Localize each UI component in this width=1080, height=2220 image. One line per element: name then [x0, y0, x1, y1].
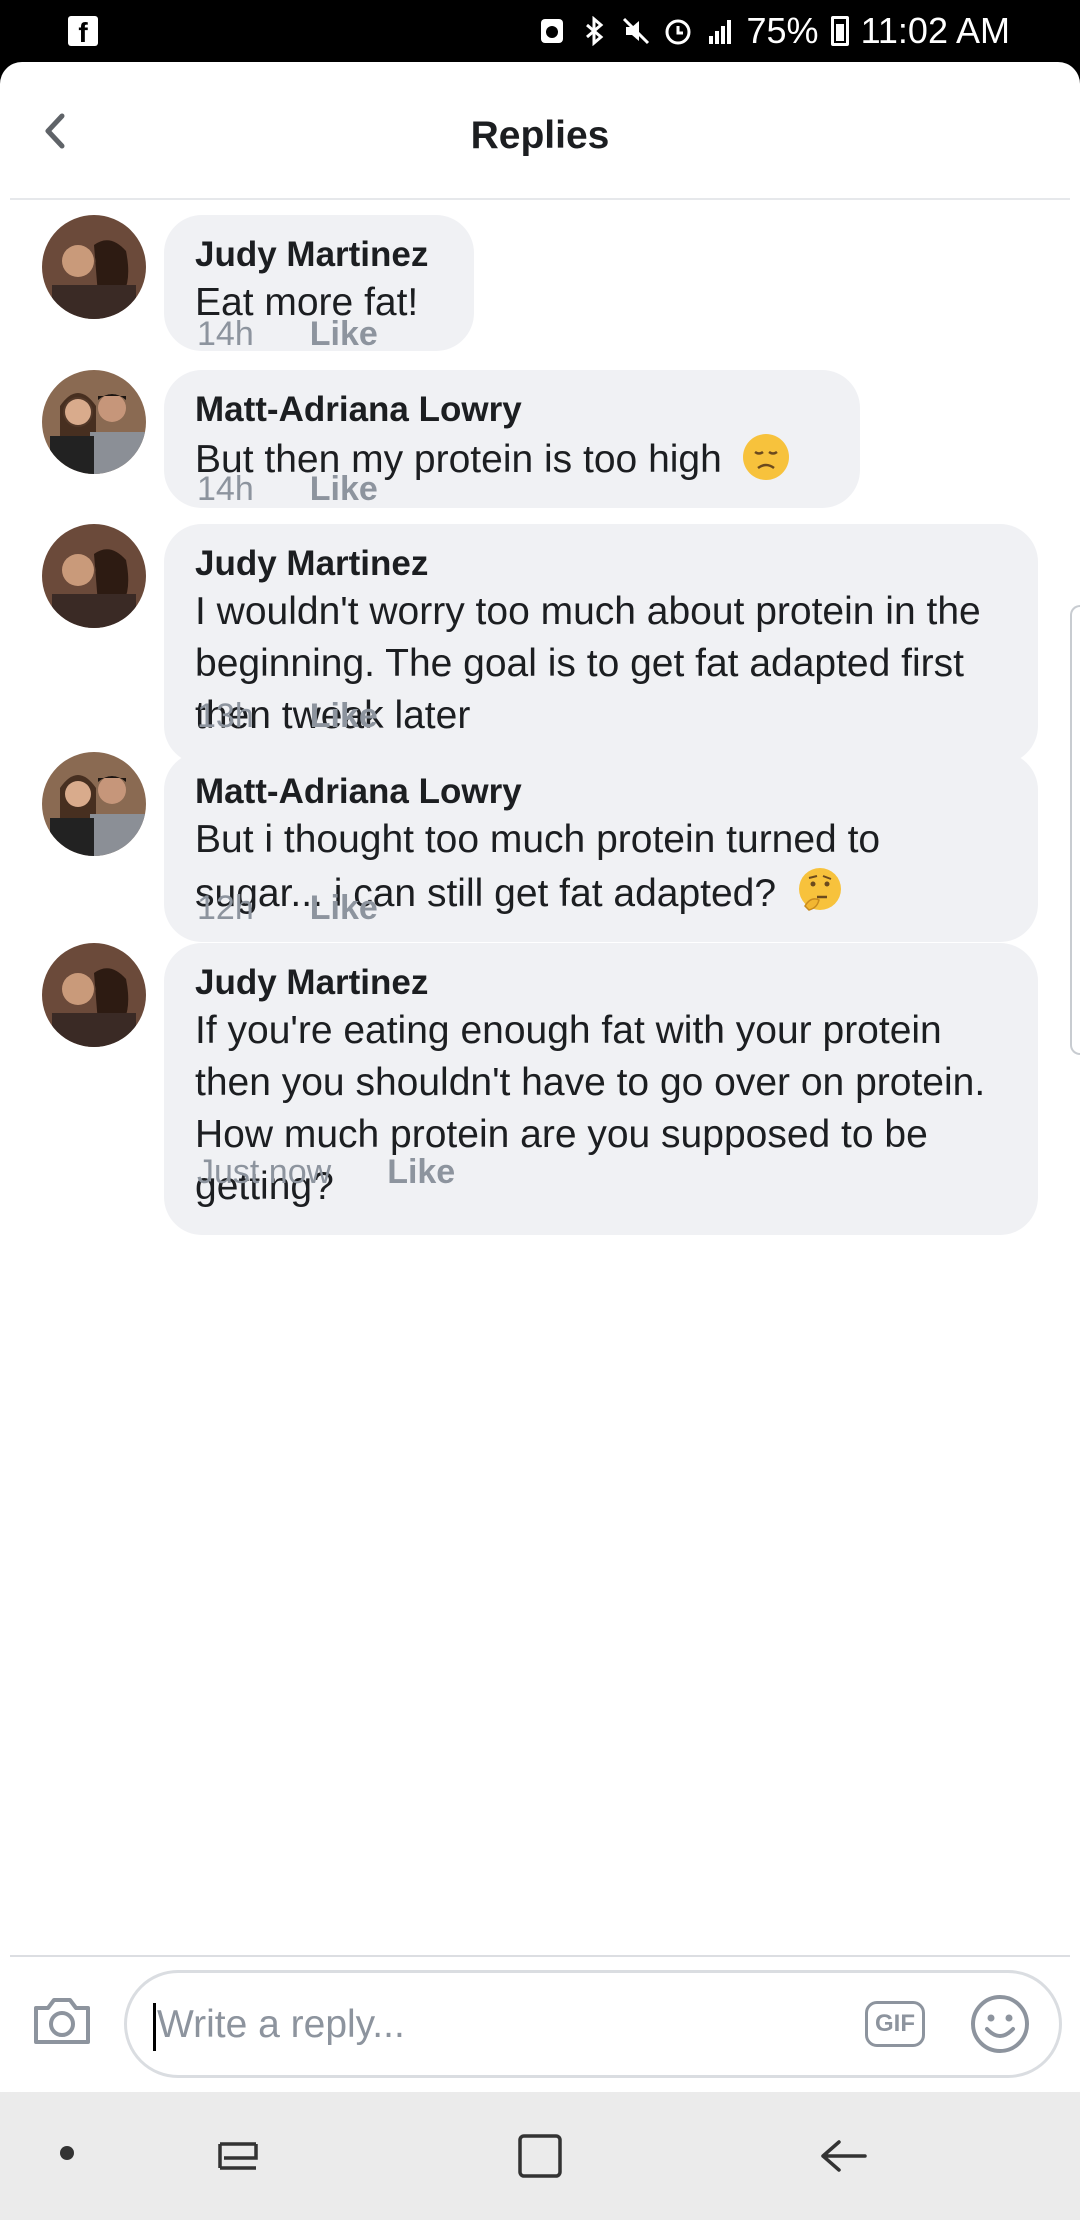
scrollbar[interactable] [1070, 605, 1080, 1055]
reply-input[interactable] [155, 1973, 759, 2077]
system-nav-bar [0, 2092, 1080, 2220]
header-divider [10, 198, 1070, 200]
comment-author[interactable]: Matt-Adriana Lowry [195, 388, 829, 432]
avatar[interactable] [42, 524, 146, 628]
recent-apps-icon[interactable] [210, 2128, 266, 2184]
comment-time: 12h [197, 889, 254, 927]
comment-meta: 13h Like [197, 697, 378, 736]
status-bar: f 75% 11:02 AM [0, 0, 1080, 62]
like-button[interactable]: Like [310, 470, 378, 509]
comment-time: 14h [197, 470, 254, 508]
comment-meta: Just now Like [197, 1153, 455, 1192]
comment-author[interactable]: Judy Martinez [195, 233, 443, 277]
replies-panel: Replies Judy Martinez Eat more fat! 14h … [0, 62, 1080, 2092]
comment-meta: 12h Like [197, 889, 378, 928]
avatar[interactable] [42, 752, 146, 856]
like-button[interactable]: Like [310, 315, 378, 354]
dot-icon[interactable] [60, 2146, 74, 2160]
back-arrow-icon[interactable] [815, 2128, 871, 2184]
comment-time: 13h [197, 697, 254, 735]
page-title: Replies [470, 114, 610, 157]
clock: 11:02 AM [860, 10, 1010, 51]
header: Replies [0, 62, 1080, 198]
thinking-face-icon [798, 868, 841, 911]
battery-percent: 75% [746, 10, 819, 51]
bluetooth-icon [585, 16, 603, 46]
facebook-icon: f [68, 16, 98, 46]
avatar[interactable] [42, 215, 146, 319]
comment-author[interactable]: Judy Martinez [195, 961, 1007, 1005]
composer-divider [10, 1955, 1070, 1957]
comment-meta: 14h Like [197, 315, 378, 354]
status-icons: 75% 11:02 AM [537, 8, 1010, 54]
comment-author[interactable]: Matt-Adriana Lowry [195, 770, 1007, 814]
comment-author[interactable]: Judy Martinez [195, 542, 1007, 586]
home-icon[interactable] [512, 2128, 568, 2184]
comment-time: Just now [197, 1153, 332, 1191]
disappointed-face-icon [742, 434, 789, 480]
camera-icon[interactable] [30, 1992, 94, 2048]
avatar[interactable] [42, 370, 146, 474]
data-saver-icon [540, 19, 563, 43]
alarm-icon [665, 19, 690, 45]
comment-time: 14h [197, 315, 254, 353]
comment-meta: 14h Like [197, 470, 378, 509]
reply-composer[interactable]: GIF [124, 1970, 1062, 2078]
avatar[interactable] [42, 943, 146, 1047]
like-button[interactable]: Like [310, 889, 378, 928]
like-button[interactable]: Like [387, 1153, 455, 1192]
lte-signal-icon [708, 20, 731, 44]
like-button[interactable]: Like [310, 697, 378, 736]
mute-icon [622, 17, 649, 45]
gif-button[interactable]: GIF [865, 2001, 925, 2047]
smiley-icon[interactable] [969, 1993, 1031, 2055]
battery-icon [830, 16, 849, 46]
